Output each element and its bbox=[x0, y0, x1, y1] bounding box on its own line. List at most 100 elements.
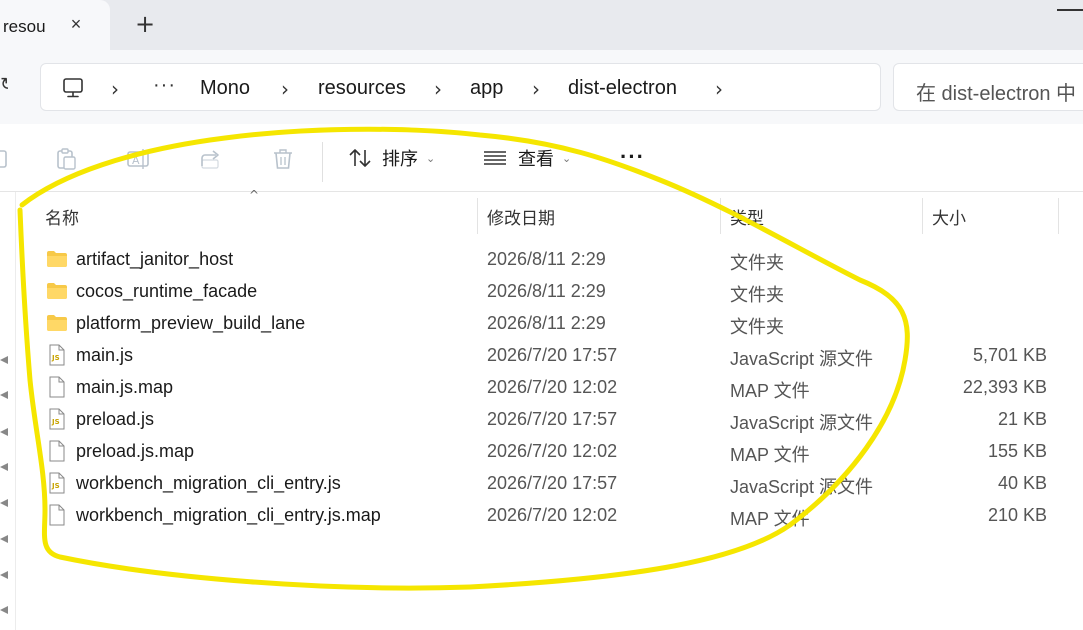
file-type: JavaScript 源文件 bbox=[730, 477, 874, 497]
breadcrumb-app[interactable]: app bbox=[470, 77, 503, 100]
file-name: workbench_migration_cli_entry.js bbox=[76, 473, 341, 493]
file-name: artifact_janitor_host bbox=[76, 249, 234, 269]
tab-strip: resou × + bbox=[0, 0, 1083, 50]
svg-text:JS: JS bbox=[51, 354, 60, 362]
column-divider[interactable] bbox=[720, 198, 721, 234]
chevron-right-icon[interactable]: › bbox=[281, 77, 289, 101]
chevron-down-icon: ⌄ bbox=[562, 151, 572, 165]
column-divider[interactable] bbox=[922, 198, 923, 234]
sort-button[interactable]: 排序 ⌄ bbox=[348, 142, 435, 174]
file-modified-date: 2026/7/20 12:02 bbox=[487, 441, 618, 461]
file-modified-date: 2026/7/20 17:57 bbox=[487, 345, 618, 365]
tab-resou[interactable]: resou × bbox=[0, 0, 110, 50]
file-type: MAP 文件 bbox=[730, 445, 810, 465]
pin-icon[interactable] bbox=[0, 462, 8, 472]
breadcrumb-overflow[interactable]: ··· bbox=[153, 74, 176, 97]
column-type[interactable]: 类型 bbox=[730, 204, 764, 229]
file-modified-date: 2026/8/11 2:29 bbox=[487, 281, 606, 301]
column-size[interactable]: 大小 bbox=[932, 204, 966, 229]
pin-icon[interactable] bbox=[0, 355, 8, 365]
close-icon[interactable]: × bbox=[65, 13, 87, 35]
navigation-pane bbox=[0, 192, 16, 630]
svg-text:JS: JS bbox=[51, 482, 60, 490]
file-icon bbox=[49, 504, 65, 526]
pin-icon[interactable] bbox=[0, 427, 8, 437]
address-row: ↻ › ··· Mono › resources › app › dist-el… bbox=[0, 50, 1083, 124]
command-bar: A 排序 ⌄ 查看 ⌄ ··· bbox=[0, 124, 1083, 192]
sort-icon bbox=[349, 149, 371, 167]
file-size: 22,393 KB bbox=[962, 377, 1047, 397]
folder-row[interactable]: cocos_runtime_facade 2026/8/11 2:29 文件夹 bbox=[16, 275, 1083, 307]
paste-icon[interactable] bbox=[53, 146, 79, 172]
file-row[interactable]: workbench_migration_cli_entry.js.map 2026… bbox=[16, 499, 1083, 531]
search-input[interactable]: 在 dist-electron 中 bbox=[893, 63, 1083, 111]
file-size: 155 KB bbox=[987, 441, 1047, 461]
view-button[interactable]: 查看 ⌄ bbox=[482, 142, 571, 174]
chevron-right-icon[interactable]: › bbox=[434, 77, 442, 101]
file-row[interactable]: main.js.map 2026/7/20 12:02 MAP 文件 22,393 K… bbox=[16, 371, 1083, 403]
pin-icon[interactable] bbox=[0, 498, 8, 508]
file-size: 5,701 KB bbox=[972, 345, 1047, 365]
minimize-icon[interactable] bbox=[1057, 9, 1083, 11]
share-icon[interactable] bbox=[198, 146, 224, 172]
file-type: JavaScript 源文件 bbox=[730, 349, 874, 369]
file-name: workbench_migration_cli_entry.js.map bbox=[76, 505, 381, 525]
new-icon[interactable] bbox=[0, 146, 16, 172]
chevron-down-icon: ⌄ bbox=[426, 151, 436, 165]
pin-icon[interactable] bbox=[0, 570, 8, 580]
file-modified-date: 2026/7/20 17:57 bbox=[487, 473, 618, 493]
tab-title: resou bbox=[3, 17, 46, 36]
pin-icon[interactable] bbox=[0, 605, 8, 615]
breadcrumb-dist-electron[interactable]: dist-electron bbox=[568, 77, 677, 100]
file-type: 文件夹 bbox=[730, 285, 784, 305]
chevron-right-icon[interactable]: › bbox=[111, 77, 119, 101]
file-type: MAP 文件 bbox=[730, 509, 810, 529]
folder-icon bbox=[47, 251, 67, 267]
chevron-right-icon[interactable]: › bbox=[532, 77, 540, 101]
file-row[interactable]: JS preload.js 2026/7/20 17:57 JavaScript 源文… bbox=[16, 403, 1083, 435]
delete-icon[interactable] bbox=[270, 146, 296, 172]
file-row[interactable]: preload.js.map 2026/7/20 12:02 MAP 文件 155 K… bbox=[16, 435, 1083, 467]
file-size: 210 KB bbox=[987, 505, 1047, 525]
column-divider[interactable] bbox=[1058, 198, 1059, 234]
column-divider[interactable] bbox=[477, 198, 478, 234]
chevron-right-icon[interactable]: › bbox=[715, 77, 723, 101]
file-row[interactable]: JS workbench_migration_cli_entry.js 2026/7… bbox=[16, 467, 1083, 499]
this-pc-icon[interactable] bbox=[61, 76, 85, 100]
file-modified-date: 2026/8/11 2:29 bbox=[487, 249, 606, 269]
folder-icon bbox=[47, 315, 67, 331]
folder-icon bbox=[47, 283, 67, 299]
refresh-icon[interactable]: ↻ bbox=[0, 74, 8, 94]
pin-icon[interactable] bbox=[0, 534, 8, 544]
column-date[interactable]: 修改日期 bbox=[487, 204, 555, 229]
file-row[interactable]: JS main.js 2026/7/20 17:57 JavaScript 源文件 5,… bbox=[16, 339, 1083, 371]
svg-text:A: A bbox=[132, 154, 140, 167]
file-modified-date: 2026/7/20 12:02 bbox=[487, 377, 618, 397]
view-label: 查看 bbox=[518, 149, 554, 169]
sort-ascending-icon: ^ bbox=[249, 188, 260, 202]
file-type: JavaScript 源文件 bbox=[730, 413, 874, 433]
file-size: 21 KB bbox=[997, 409, 1047, 429]
file-type: 文件夹 bbox=[730, 253, 784, 273]
toolbar-divider bbox=[322, 142, 323, 182]
rename-icon[interactable]: A bbox=[126, 146, 152, 172]
column-header: ^ 名称 修改日期 类型 大小 bbox=[16, 188, 1083, 236]
breadcrumb-mono[interactable]: Mono bbox=[200, 77, 250, 100]
file-name: platform_preview_build_lane bbox=[76, 313, 306, 333]
breadcrumb-resources[interactable]: resources bbox=[318, 77, 406, 100]
folder-row[interactable]: platform_preview_build_lane 2026/8/11 2:2… bbox=[16, 307, 1083, 339]
more-options-button[interactable]: ··· bbox=[620, 144, 645, 170]
js-file-icon: JS bbox=[49, 408, 65, 430]
address-bar[interactable]: › ··· Mono › resources › app › dist-elec… bbox=[40, 63, 881, 111]
file-size: 40 KB bbox=[997, 473, 1047, 493]
file-modified-date: 2026/8/11 2:29 bbox=[487, 313, 606, 333]
folder-row[interactable]: artifact_janitor_host 2026/8/11 2:29 文件夹 bbox=[16, 243, 1083, 275]
file-modified-date: 2026/7/20 17:57 bbox=[487, 409, 618, 429]
pin-icon[interactable] bbox=[0, 390, 8, 400]
js-file-icon: JS bbox=[49, 344, 65, 366]
file-name: preload.js bbox=[76, 409, 155, 429]
new-tab-button[interactable]: + bbox=[133, 11, 157, 37]
column-name[interactable]: 名称 bbox=[45, 204, 79, 229]
file-modified-date: 2026/7/20 12:02 bbox=[487, 505, 618, 525]
js-file-icon: JS bbox=[49, 472, 65, 494]
